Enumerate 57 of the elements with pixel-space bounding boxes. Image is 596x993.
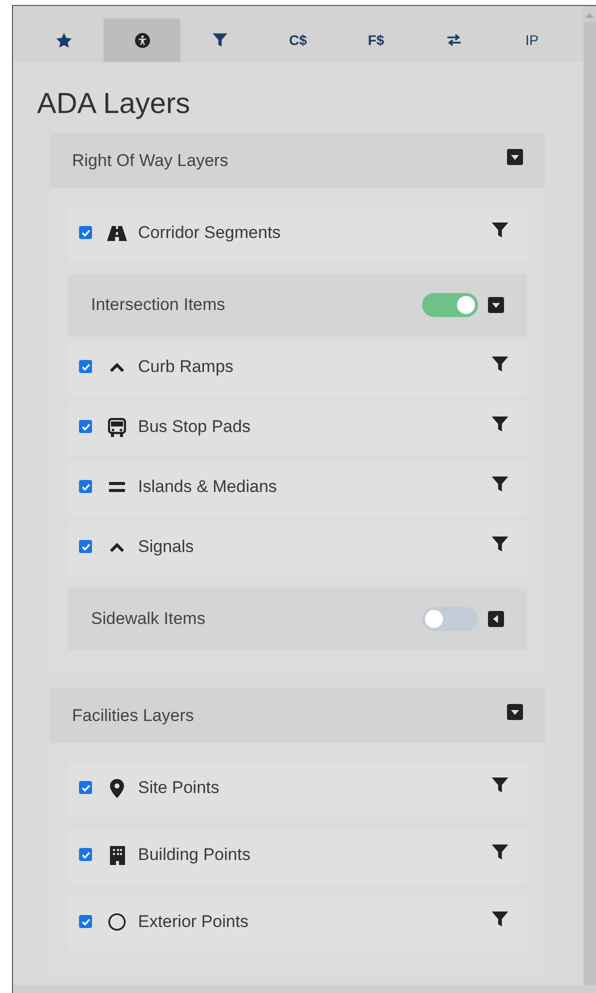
filter-icon[interactable] — [491, 415, 509, 433]
filter-icon[interactable] — [491, 535, 509, 553]
filter-icon — [212, 32, 228, 48]
filter-icon[interactable] — [491, 475, 509, 493]
road-icon — [107, 226, 127, 240]
panel-title: ADA Layers — [37, 88, 192, 121]
bus-icon — [108, 418, 126, 436]
toggle-switch[interactable] — [422, 607, 478, 631]
tab[interactable]: C$ — [259, 18, 337, 62]
horizontal-scrollbar[interactable] — [12, 985, 596, 993]
vertical-scrollbar[interactable] — [583, 6, 596, 985]
filter-icon[interactable] — [491, 910, 509, 928]
layer-name: Site Points — [138, 778, 220, 798]
checkbox[interactable] — [79, 360, 92, 373]
star-icon — [56, 32, 72, 48]
filter-icon[interactable] — [491, 221, 509, 239]
accessibility-icon — [134, 33, 150, 48]
checkbox[interactable] — [79, 540, 92, 553]
building-icon — [110, 846, 124, 864]
checkbox[interactable] — [79, 480, 92, 493]
group-header[interactable]: Intersection Items — [68, 274, 527, 336]
group-header[interactable]: Sidewalk Items — [68, 588, 527, 650]
section-title: Facilities Layers — [72, 706, 194, 726]
layer-name: Curb Ramps — [138, 357, 234, 377]
layer-name: Bus Stop Pads — [138, 417, 252, 437]
tab[interactable] — [103, 18, 181, 62]
map-pin-icon — [110, 778, 124, 798]
circle-icon — [108, 913, 126, 931]
chevron-up-icon — [109, 362, 125, 372]
layer-name: Corridor Segments — [138, 223, 282, 243]
layer-name: Islands & Medians — [138, 477, 278, 497]
equals-icon — [109, 482, 125, 492]
filter-icon[interactable] — [491, 776, 509, 794]
group-title: Sidewalk Items — [91, 609, 206, 629]
collapse-icon[interactable] — [507, 148, 523, 164]
collapse-icon[interactable] — [488, 297, 504, 313]
checkbox[interactable] — [79, 420, 92, 433]
filter-icon[interactable] — [491, 843, 509, 861]
section-header[interactable]: Right Of Way Layers — [50, 133, 545, 188]
expand-icon[interactable] — [488, 611, 504, 627]
checkbox[interactable] — [79, 226, 92, 239]
section-header[interactable]: Facilities Layers — [50, 688, 545, 743]
group-title: Intersection Items — [91, 295, 226, 315]
layer-name: Exterior Points — [138, 912, 250, 932]
checkbox[interactable] — [79, 915, 92, 928]
tab[interactable]: F$ — [337, 18, 415, 62]
layer-name: Signals — [138, 537, 195, 557]
section-title: Right Of Way Layers — [72, 150, 228, 170]
tab[interactable]: IP — [493, 18, 571, 62]
collapse-icon[interactable] — [507, 704, 523, 720]
checkbox[interactable] — [79, 848, 92, 861]
toggle-switch[interactable] — [422, 293, 478, 317]
filter-icon[interactable] — [491, 355, 509, 373]
checkbox[interactable] — [79, 781, 92, 794]
layer-name: Building Points — [138, 845, 252, 865]
swap-arrows-icon — [446, 33, 462, 47]
chevron-up-icon — [109, 542, 125, 552]
